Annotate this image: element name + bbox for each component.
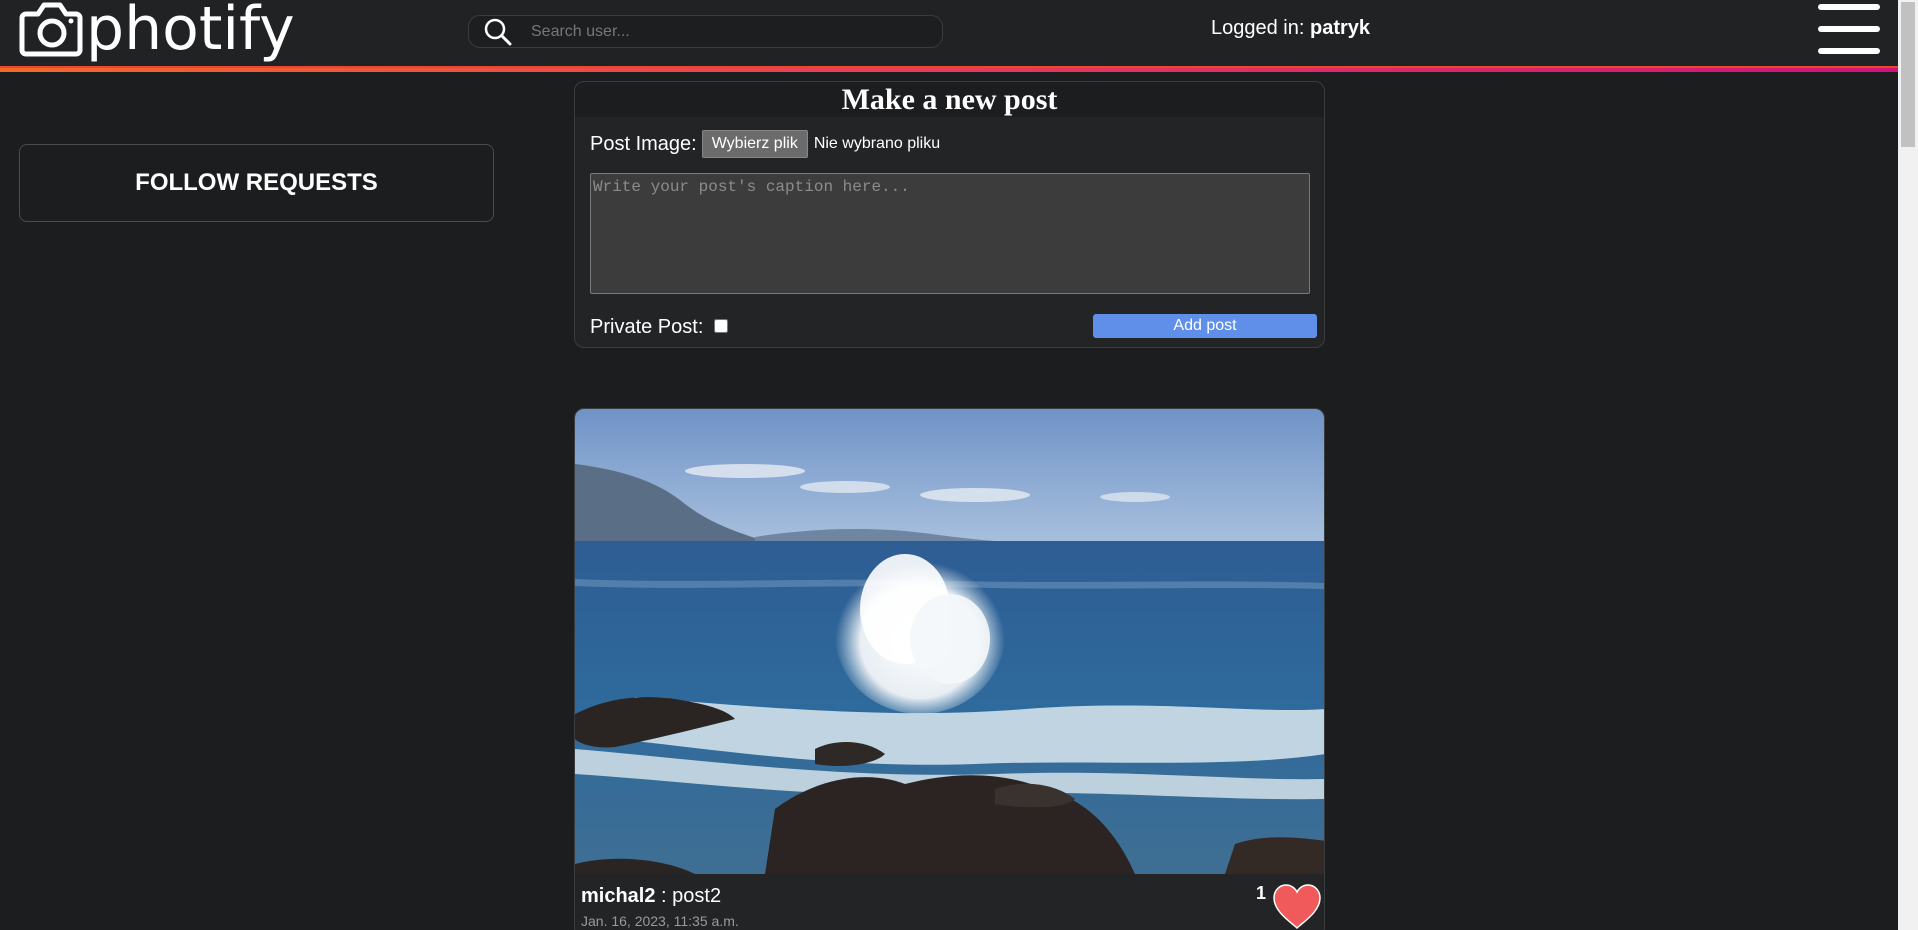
new-post-form: Make a new post Post Image: Wybierz plik… [574,81,1325,348]
logged-in-status: Logged in: patryk [1211,17,1370,40]
caption-input[interactable] [590,173,1310,294]
logo[interactable]: photify [18,0,295,62]
private-post-checkbox[interactable] [714,318,729,333]
follow-requests-label: FOLLOW REQUESTS [135,169,378,196]
logged-in-username: patryk [1309,17,1371,39]
post-card: michal2 : post2 Jan. 16, 2023, 11:35 a.m… [574,408,1325,930]
new-post-title: Make a new post [575,82,1324,117]
search-bar [468,15,943,48]
hamburger-menu-icon[interactable] [1818,2,1880,56]
logged-in-label: Logged in: [1211,17,1305,39]
add-post-button[interactable]: Add post [1093,314,1317,338]
post-author[interactable]: michal2 [581,885,655,907]
search-icon[interactable] [481,15,515,49]
file-status-text: Nie wybrano pliku [813,135,941,152]
search-input[interactable] [531,22,911,41]
post-image[interactable] [575,409,1325,874]
like-count: 1 [1256,883,1267,903]
post-date: Jan. 16, 2023, 11:35 a.m. [581,913,739,929]
post-image-row: Post Image: Wybierz plik Nie wybrano pli… [590,130,940,158]
logo-text: photify [86,0,295,64]
post-image-label: Post Image: [590,132,697,155]
page-scrollbar[interactable] [1898,0,1918,930]
scrollbar-thumb[interactable] [1901,2,1915,147]
private-post-label: Private Post: [590,316,704,338]
private-post-row: Private Post: [590,316,729,339]
post-separator: : [655,885,673,907]
heart-icon[interactable] [1272,884,1322,930]
follow-requests-button[interactable]: FOLLOW REQUESTS [19,144,494,222]
post-caption: post2 [672,885,722,907]
post-author-caption: michal2 : post2 [581,885,721,908]
navbar-accent-line [0,68,1898,72]
choose-file-button[interactable]: Wybierz plik [701,130,808,158]
camera-icon [19,2,83,57]
